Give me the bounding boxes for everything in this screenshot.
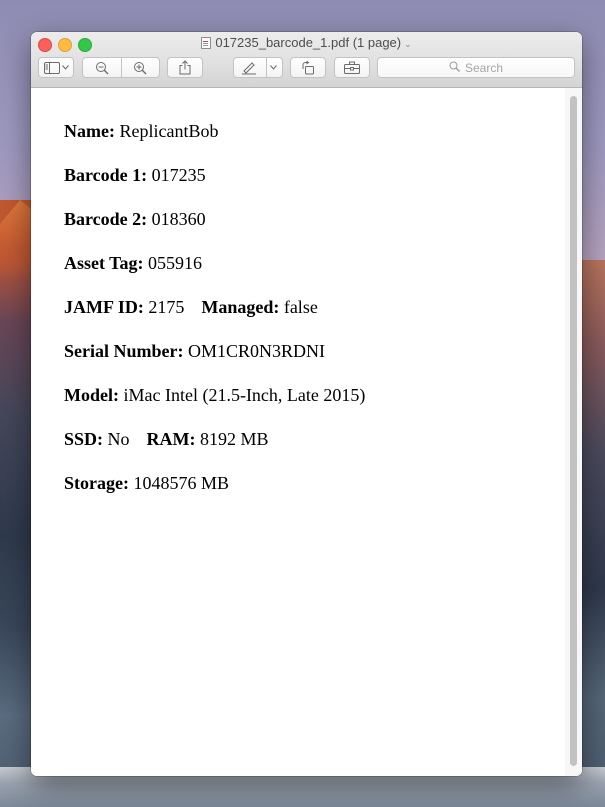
pdf-document-icon: [201, 37, 212, 49]
serial-value: OM1CR0N3RDNI: [187, 341, 325, 361]
zoom-in-button[interactable]: [121, 61, 159, 75]
ram-value: 8192 MB: [200, 429, 269, 449]
name-line: Name: ReplicantBob: [64, 119, 365, 163]
search-icon: [449, 61, 460, 75]
preview-window: 017235_barcode_1.pdf (1 page) ⌄ Search N…: [31, 32, 582, 776]
markup-pen-icon: [234, 61, 265, 75]
barcode1-value: 017235: [151, 165, 206, 185]
zoom-control: [82, 57, 160, 78]
managed-value: false: [283, 297, 318, 317]
barcode2-line: Barcode 2: 018360: [64, 207, 365, 251]
segment-divider: [266, 58, 267, 77]
asset-tag-value: 055916: [148, 253, 203, 273]
barcode1-label: Barcode 1:: [64, 165, 148, 185]
zoom-out-button[interactable]: [83, 61, 121, 75]
model-line: Model: iMac Intel (21.5-Inch, Late 2015): [64, 383, 365, 427]
jamf-id-value: 2175: [148, 297, 185, 317]
segment-divider: [121, 58, 122, 77]
model-value: iMac Intel (21.5-Inch, Late 2015): [123, 385, 366, 405]
barcode2-value: 018360: [151, 209, 206, 229]
ram-label: RAM:: [146, 429, 196, 449]
chevron-down-icon: [61, 65, 69, 70]
sidebar-toggle-button[interactable]: [38, 57, 74, 78]
serial-label: Serial Number:: [64, 341, 184, 361]
search-placeholder: Search: [464, 60, 504, 75]
scrollbar-thumb[interactable]: [570, 96, 577, 766]
chevron-down-icon[interactable]: [265, 65, 282, 70]
storage-label: Storage:: [64, 473, 129, 493]
toolbox-icon: [344, 61, 360, 74]
search-field[interactable]: Search: [377, 57, 575, 78]
ssd-value: No: [107, 429, 130, 449]
barcode2-label: Barcode 2:: [64, 209, 148, 229]
serial-line: Serial Number: OM1CR0N3RDNI: [64, 339, 365, 383]
rotate-button[interactable]: [290, 57, 326, 78]
storage-value: 1048576 MB: [133, 473, 229, 493]
ssd-ram-line: SSD: No RAM: 8192 MB: [64, 427, 365, 471]
window-title[interactable]: 017235_barcode_1.pdf (1 page) ⌄: [31, 35, 582, 52]
chevron-down-icon[interactable]: ⌄: [404, 39, 412, 49]
markup-button[interactable]: [233, 57, 283, 78]
window-title-text: 017235_barcode_1.pdf (1 page): [215, 35, 402, 50]
toolbox-button[interactable]: [334, 57, 370, 78]
jamf-line: JAMF ID: 2175 Managed: false: [64, 295, 365, 339]
zoom-out-icon: [95, 61, 109, 75]
ssd-label: SSD:: [64, 429, 104, 449]
zoom-in-icon: [133, 61, 147, 75]
storage-line: Storage: 1048576 MB: [64, 471, 365, 515]
rotate-icon: [301, 60, 315, 75]
barcode1-line: Barcode 1: 017235: [64, 163, 365, 207]
share-icon: [179, 60, 191, 75]
asset-tag-label: Asset Tag:: [64, 253, 144, 273]
share-button[interactable]: [167, 57, 203, 78]
jamf-id-label: JAMF ID:: [64, 297, 144, 317]
sidebar-toggle-icon: [43, 61, 60, 74]
name-label: Name:: [64, 121, 115, 141]
model-label: Model:: [64, 385, 119, 405]
name-value: ReplicantBob: [119, 121, 219, 141]
managed-label: Managed:: [201, 297, 280, 317]
asset-tag-line: Asset Tag: 055916: [64, 251, 365, 295]
document-text: Name: ReplicantBob Barcode 1: 017235 Bar…: [64, 119, 365, 515]
title-bar: 017235_barcode_1.pdf (1 page) ⌄ Search: [31, 32, 582, 88]
